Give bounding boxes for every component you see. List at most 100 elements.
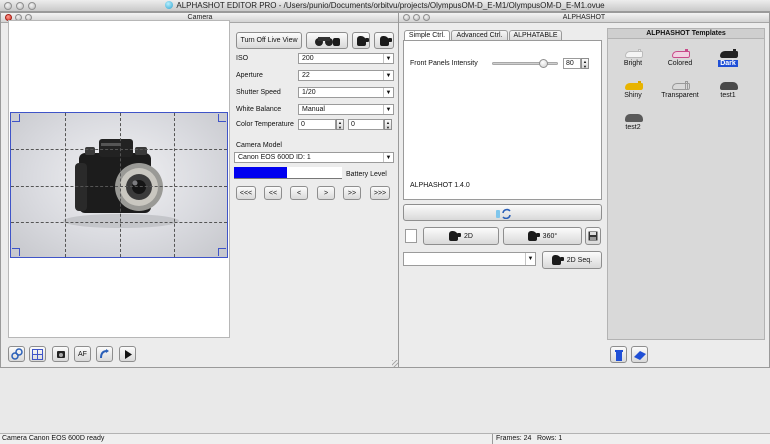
grid-line (120, 113, 121, 257)
camera-model-select[interactable]: Canon EOS 600D ID: 1 ▼ (234, 152, 394, 163)
grid-line (174, 113, 175, 257)
hand-capture-button[interactable] (374, 32, 394, 49)
frames-count: Frames: 24 (492, 434, 531, 444)
shoot-360-button[interactable]: 360° (503, 227, 582, 245)
grid-line (11, 186, 227, 187)
template-dark[interactable]: Dark (708, 42, 748, 67)
delete-template-button[interactable] (610, 346, 627, 363)
nav-forward-button[interactable]: > (317, 186, 335, 200)
window-close-button[interactable] (4, 2, 12, 10)
trash-icon (614, 349, 623, 361)
play-button[interactable] (119, 346, 136, 362)
binoculars-hand-button[interactable] (306, 32, 348, 49)
window-minimize-button[interactable] (16, 2, 24, 10)
template-colored[interactable]: Colored (660, 42, 700, 67)
chevron-down-icon: ▼ (383, 88, 393, 97)
select-checkbox[interactable] (405, 229, 417, 243)
nav-forward-fast-button[interactable]: >> (343, 186, 361, 200)
template-test1[interactable]: test1 (708, 74, 748, 99)
template-label: test2 (625, 124, 641, 131)
rows-count: Rows: 1 (537, 435, 563, 442)
template-label: Bright (623, 60, 643, 67)
shoe-colored-icon (669, 42, 691, 58)
sequence-select[interactable]: ▼ (403, 252, 536, 266)
grid-line (11, 149, 227, 150)
edit-template-button[interactable] (631, 346, 648, 363)
version-label: ALPHASHOT 1.4.0 (410, 182, 470, 189)
template-test2[interactable]: test2 (613, 106, 653, 131)
chevron-down-icon: ▼ (383, 153, 393, 162)
app-title: ALPHASHOT EDITOR PRO - /Users/punio/Docu… (176, 1, 605, 10)
template-bright[interactable]: Bright (613, 42, 653, 67)
autofocus-button[interactable]: AF (74, 346, 91, 362)
live-view-image[interactable] (10, 112, 228, 258)
play-icon (124, 349, 132, 359)
tab-alphatable[interactable]: ALPHATABLE (509, 30, 562, 40)
settings-tool-button[interactable] (8, 346, 25, 362)
template-label: Shiny (624, 92, 642, 99)
hand-camera-icon (356, 35, 369, 46)
color-temperature-stepper-a[interactable]: ▲ ▼ (336, 119, 344, 130)
turn-off-live-view-button[interactable]: Turn Off Live View (236, 32, 302, 49)
battery-level-fill (234, 167, 287, 178)
alphashot-window-title: ALPHASHOT (562, 14, 606, 21)
front-panels-intensity-slider[interactable] (492, 59, 558, 68)
alphashot-window-zoom-button[interactable] (423, 14, 430, 21)
gear-wrench-icon (10, 348, 23, 360)
nav-back-button[interactable]: < (290, 186, 308, 200)
rotate-button[interactable] (96, 346, 113, 362)
color-temperature-stepper-b[interactable]: ▲ ▼ (384, 119, 392, 130)
white-balance-value: Manual (302, 105, 325, 113)
camera-mode-button[interactable] (52, 346, 69, 362)
shoe-dark-icon (717, 42, 739, 58)
chevron-down-icon: ▼ (525, 253, 535, 265)
template-shiny[interactable]: Shiny (613, 74, 653, 99)
nav-back-fast-button[interactable]: << (264, 186, 282, 200)
template-label: Colored (667, 60, 693, 67)
refresh-connection-button[interactable] (403, 204, 602, 221)
aperture-select[interactable]: 22 ▼ (298, 70, 394, 81)
aperture-label: Aperture (236, 72, 263, 79)
alphashot-window-close-button[interactable] (403, 14, 410, 21)
chevron-down-icon: ▼ (383, 54, 393, 63)
sync-bottle-icon (495, 208, 511, 219)
alphashot-window-minimize-button[interactable] (413, 14, 420, 21)
nav-last-button[interactable]: >>> (370, 186, 390, 200)
grid-toggle-button[interactable] (29, 346, 46, 362)
shutter-speed-label: Shutter Speed (236, 89, 281, 96)
color-temperature-input-b[interactable]: 0 (348, 119, 384, 130)
shutter-speed-value: 1/20 (302, 88, 316, 96)
template-transparent[interactable]: Transparent (660, 74, 700, 99)
front-panels-intensity-input[interactable]: 80 (563, 58, 581, 69)
front-panels-intensity-stepper[interactable]: ▲ ▼ (581, 58, 589, 69)
template-label: Dark (718, 60, 738, 67)
sneaker-icon (717, 74, 739, 90)
window-zoom-button[interactable] (28, 2, 36, 10)
template-label: test1 (720, 92, 736, 99)
iso-select[interactable]: 200 ▼ (298, 53, 394, 64)
shutter-speed-select[interactable]: 1/20 ▼ (298, 87, 394, 98)
shoot-2d-label: 2D (463, 232, 473, 240)
battery-level-bar (234, 167, 342, 179)
tab-advanced-ctrl[interactable]: Advanced Ctrl. (451, 30, 508, 40)
camera-hand-button[interactable] (352, 32, 370, 49)
shoot-2d-sequence-button[interactable]: 2D Seq. (542, 251, 602, 269)
chevron-down-icon: ▼ (383, 105, 393, 114)
save-button[interactable] (585, 227, 601, 245)
app-title-bar: ALPHASHOT EDITOR PRO - /Users/punio/Docu… (0, 0, 770, 12)
white-balance-select[interactable]: Manual ▼ (298, 104, 394, 115)
crop-handle[interactable] (218, 114, 226, 122)
hand-camera-icon (527, 231, 540, 241)
crop-handle[interactable] (218, 248, 226, 256)
binoculars-icon (315, 37, 340, 46)
hand-camera-icon (551, 255, 564, 265)
shoot-2d-sequence-label: 2D Seq. (566, 256, 593, 264)
crop-handle[interactable] (12, 248, 20, 256)
color-temperature-input-a[interactable]: 0 (298, 119, 336, 130)
alphashot-logo-icon (165, 1, 174, 9)
nav-first-button[interactable]: <<< (236, 186, 256, 200)
shoe-shiny-icon (622, 74, 644, 90)
hand-camera-icon (449, 231, 462, 241)
crop-handle[interactable] (12, 114, 20, 122)
shoot-2d-button[interactable]: 2D (423, 227, 499, 245)
